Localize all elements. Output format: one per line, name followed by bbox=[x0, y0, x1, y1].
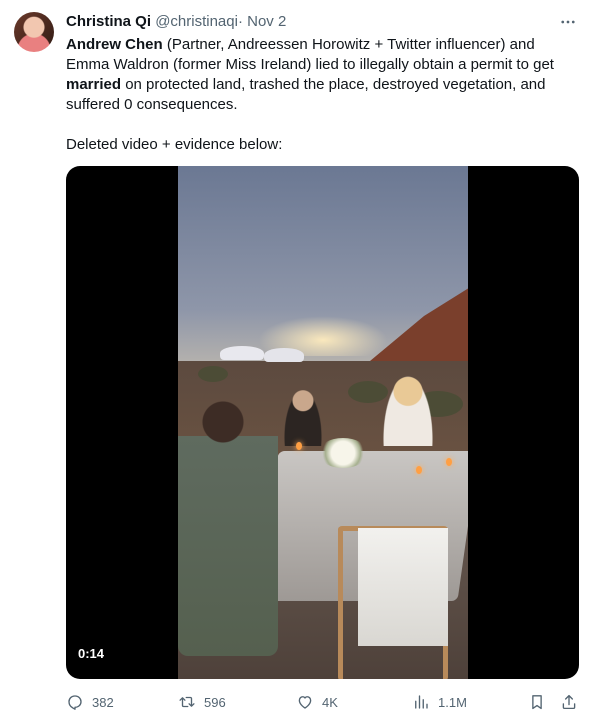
tweet-timestamp[interactable]: Nov 2 bbox=[247, 13, 286, 30]
candle bbox=[446, 458, 452, 466]
bookmark-button[interactable] bbox=[528, 690, 546, 714]
groom-figure bbox=[178, 396, 278, 656]
more-horizontal-icon[interactable] bbox=[558, 12, 578, 32]
retweet-button[interactable]: 596 bbox=[178, 690, 226, 714]
flower-arrangement bbox=[318, 438, 368, 468]
tweet-header: Christina Qi @christinaqi· Nov 2 bbox=[66, 13, 286, 31]
retweet-icon bbox=[179, 696, 195, 708]
heart-icon bbox=[298, 696, 312, 709]
guest-figure bbox=[283, 388, 323, 446]
reply-button[interactable]: 382 bbox=[66, 690, 114, 714]
bookmark-icon bbox=[532, 695, 542, 710]
separator-dot: · bbox=[237, 13, 243, 30]
tweet-text: Andrew Chen (Partner, Andreessen Horowit… bbox=[66, 35, 571, 155]
candle bbox=[416, 466, 422, 474]
tweet-paragraph-1: Andrew Chen (Partner, Andreessen Horowit… bbox=[66, 35, 571, 115]
tent bbox=[264, 348, 304, 362]
reply-icon bbox=[68, 695, 82, 710]
tweet-text-part: on protected land, trashed the place, de… bbox=[66, 76, 546, 113]
retweet-count: 596 bbox=[204, 694, 226, 710]
video-duration: 0:14 bbox=[78, 646, 105, 661]
tweet: Christina Qi @christinaqi· Nov 2 Andrew … bbox=[0, 0, 594, 723]
like-count: 4K bbox=[322, 694, 338, 710]
bold-word-married: married bbox=[66, 76, 122, 93]
tent bbox=[220, 346, 264, 360]
shrub bbox=[348, 381, 388, 403]
video-thumbnail[interactable] bbox=[178, 166, 468, 679]
views-button[interactable]: 1.1M bbox=[412, 690, 467, 714]
candle bbox=[296, 442, 302, 450]
more-icon-graphic bbox=[561, 20, 575, 24]
avatar[interactable] bbox=[14, 12, 54, 52]
reply-count: 382 bbox=[92, 694, 114, 710]
author-handle[interactable]: @christinaqi bbox=[155, 13, 238, 30]
action-bar: 382 596 4K 1.1M bbox=[66, 690, 581, 714]
shrub bbox=[198, 366, 228, 382]
tweet-paragraph-2: Deleted video + evidence below: bbox=[66, 136, 283, 153]
bride-figure bbox=[383, 376, 433, 446]
share-button[interactable] bbox=[560, 690, 578, 714]
like-button[interactable]: 4K bbox=[296, 690, 338, 714]
video-player[interactable] bbox=[66, 166, 579, 679]
share-icon bbox=[562, 694, 576, 710]
author-display-name[interactable]: Christina Qi bbox=[66, 13, 151, 30]
analytics-icon bbox=[415, 695, 428, 709]
view-count: 1.1M bbox=[438, 694, 467, 710]
mention-andrew-chen: Andrew Chen bbox=[66, 36, 163, 53]
white-blanket bbox=[358, 528, 448, 646]
